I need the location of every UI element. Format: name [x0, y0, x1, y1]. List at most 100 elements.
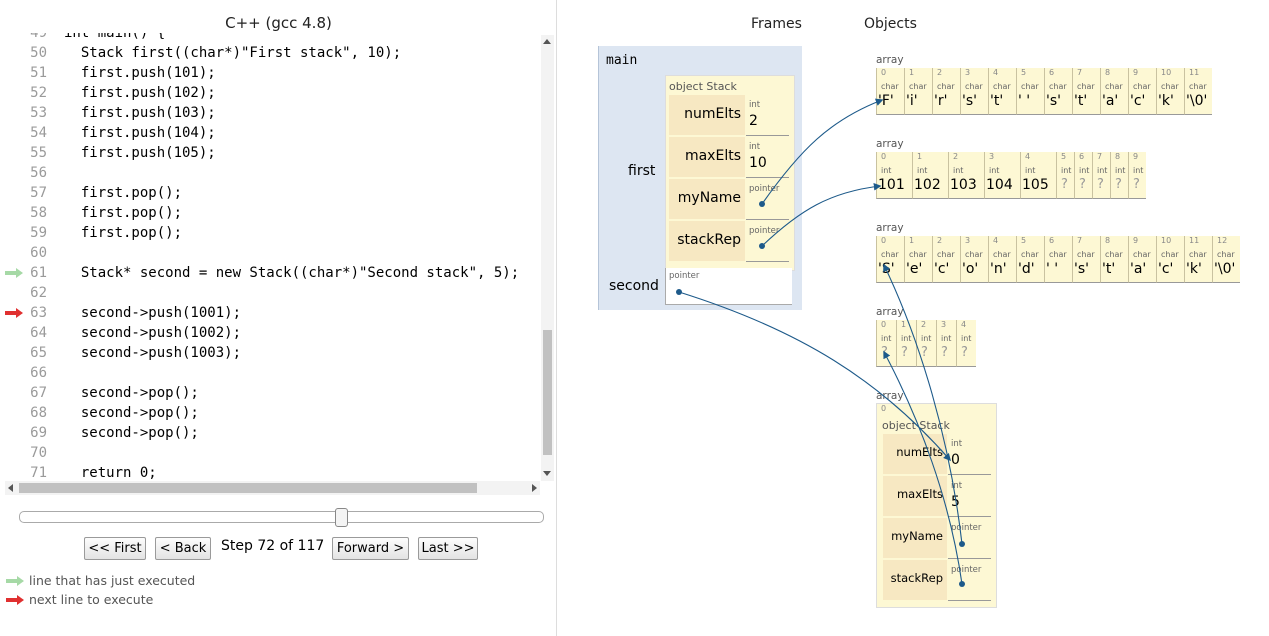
- array-value: ' ': [1018, 93, 1031, 109]
- array-cell-type: int: [1097, 166, 1108, 175]
- array-value: ?: [1061, 177, 1068, 192]
- array-index: 11: [1189, 236, 1200, 245]
- line-number: 59: [30, 225, 47, 241]
- array-index: 7: [1077, 68, 1083, 77]
- scroll-down-icon[interactable]: [543, 471, 551, 476]
- frame-name: main: [606, 53, 638, 68]
- array-value: 's': [962, 93, 977, 109]
- array-index: 0: [881, 152, 887, 161]
- code-text: first.push(102);: [64, 85, 216, 101]
- frames-header: Frames: [751, 16, 802, 32]
- back-button[interactable]: < Back: [155, 537, 211, 560]
- vertical-scrollbar[interactable]: [541, 35, 554, 481]
- array-value: 103: [950, 177, 977, 193]
- array-value: 105: [1022, 177, 1049, 193]
- scroll-right-icon[interactable]: [532, 484, 537, 492]
- array-cell: 4 char 'n': [988, 236, 1016, 283]
- array-cell: 11 char 'k': [1184, 236, 1212, 283]
- code-editor[interactable]: 49 int main() {50 Stack first((char*)"Fir…: [5, 33, 555, 483]
- array-index: 10: [1161, 68, 1172, 77]
- array-cell-type: int: [917, 166, 928, 175]
- array-index: 1: [901, 320, 907, 329]
- line-number: 66: [30, 365, 47, 381]
- array-cell: 0 int 101: [876, 152, 912, 199]
- heap-stack-object: 0 object Stack numElts int 0 maxElts int 5 myNam…: [876, 403, 997, 608]
- line-number: 56: [30, 165, 47, 181]
- array-index: 4: [993, 68, 999, 77]
- array-index: 1: [909, 68, 915, 77]
- array-cell-type: char: [965, 82, 983, 91]
- heap-stack-index: 0: [881, 404, 887, 413]
- forward-button[interactable]: Forward >: [332, 537, 409, 560]
- red-arrow-icon: [6, 595, 24, 605]
- code-line: 49 int main() {: [5, 33, 165, 43]
- field-name: stackRep: [677, 232, 741, 248]
- array-value: 'r': [934, 93, 948, 109]
- code-line: 62: [5, 283, 47, 303]
- array-value: 'a': [1102, 93, 1119, 109]
- array-cell: 1 int?: [896, 320, 916, 367]
- array-value: ?: [1079, 177, 1086, 192]
- code-line: 59 first.pop();: [5, 223, 182, 243]
- array-cell: 12 char '\0': [1212, 236, 1240, 283]
- step-slider-handle[interactable]: [334, 508, 348, 527]
- pane-divider: [556, 0, 557, 636]
- field-name: maxElts: [896, 487, 943, 501]
- array-index: 6: [1049, 236, 1055, 245]
- executed-line-arrow-icon: [5, 268, 23, 278]
- array-cell-type: char: [909, 250, 927, 259]
- array-cell: 0 char 'F': [876, 68, 904, 115]
- code-viewport: 49 int main() {50 Stack first((char*)"Fir…: [5, 33, 542, 481]
- field-value: 10: [749, 155, 767, 171]
- code-line: 67 second->pop();: [5, 383, 199, 403]
- field-name-cell: numElts: [883, 434, 947, 474]
- array-cell-type: char: [1161, 250, 1179, 259]
- scroll-up-icon[interactable]: [543, 39, 551, 44]
- array-cell-type: char: [965, 250, 983, 259]
- array-cell-type: int: [921, 334, 932, 343]
- horizontal-scrollbar[interactable]: [5, 481, 540, 495]
- array-cell-type: char: [1105, 250, 1123, 259]
- field-name-cell: maxElts: [669, 137, 745, 177]
- field-name-cell: myName: [669, 179, 745, 219]
- code-line: 57 first.pop();: [5, 183, 182, 203]
- array-label: array: [876, 306, 904, 318]
- line-number: 53: [30, 105, 47, 121]
- code-text: return 0;: [64, 465, 157, 481]
- array-index: 5: [1061, 152, 1067, 161]
- array-value: ?: [1097, 177, 1104, 192]
- first-stack-object: object Stack numElts int 2 maxElts int 10 myNa…: [665, 75, 795, 271]
- stack-frame-main: main first object Stack numElts int 2 maxEl…: [598, 46, 802, 310]
- array-cell: 6 char ' ': [1044, 236, 1072, 283]
- array-cell: 8 char 'a': [1100, 68, 1128, 115]
- field-name-cell: stackRep: [883, 560, 947, 600]
- array-value: 'k': [1158, 93, 1174, 109]
- line-number: 68: [30, 405, 47, 421]
- code-text: second->push(1003);: [64, 345, 242, 361]
- array-cell-type: char: [881, 250, 899, 259]
- horizontal-scroll-thumb[interactable]: [19, 483, 477, 493]
- array-index: 3: [989, 152, 995, 161]
- last-button[interactable]: Last >>: [418, 537, 478, 560]
- step-slider[interactable]: [19, 511, 544, 523]
- array-cell-type: int: [1133, 166, 1144, 175]
- scroll-left-icon[interactable]: [8, 484, 13, 492]
- array-cell: 9 char 'c': [1128, 68, 1156, 115]
- array-label: array: [876, 138, 904, 150]
- vertical-scroll-thumb[interactable]: [543, 330, 552, 455]
- array-cell: 5 int?: [1056, 152, 1074, 199]
- array-cell-type: int: [953, 166, 964, 175]
- array-cell: 2 char 'c': [932, 236, 960, 283]
- code-line: 60: [5, 243, 47, 263]
- array-index: 2: [937, 236, 943, 245]
- field-value: 0: [951, 452, 960, 468]
- heap-stack-array-label: array: [876, 390, 904, 402]
- array-cell-type: char: [1189, 250, 1207, 259]
- language-title: C++ (gcc 4.8): [225, 14, 332, 32]
- first-button[interactable]: << First: [84, 537, 146, 560]
- array-cell-type: char: [1189, 82, 1207, 91]
- array-index: 6: [1049, 68, 1055, 77]
- field-value-cell: pointer: [746, 221, 789, 262]
- array-value: 'a': [1130, 261, 1147, 277]
- array-cell: 0 char 'S': [876, 236, 904, 283]
